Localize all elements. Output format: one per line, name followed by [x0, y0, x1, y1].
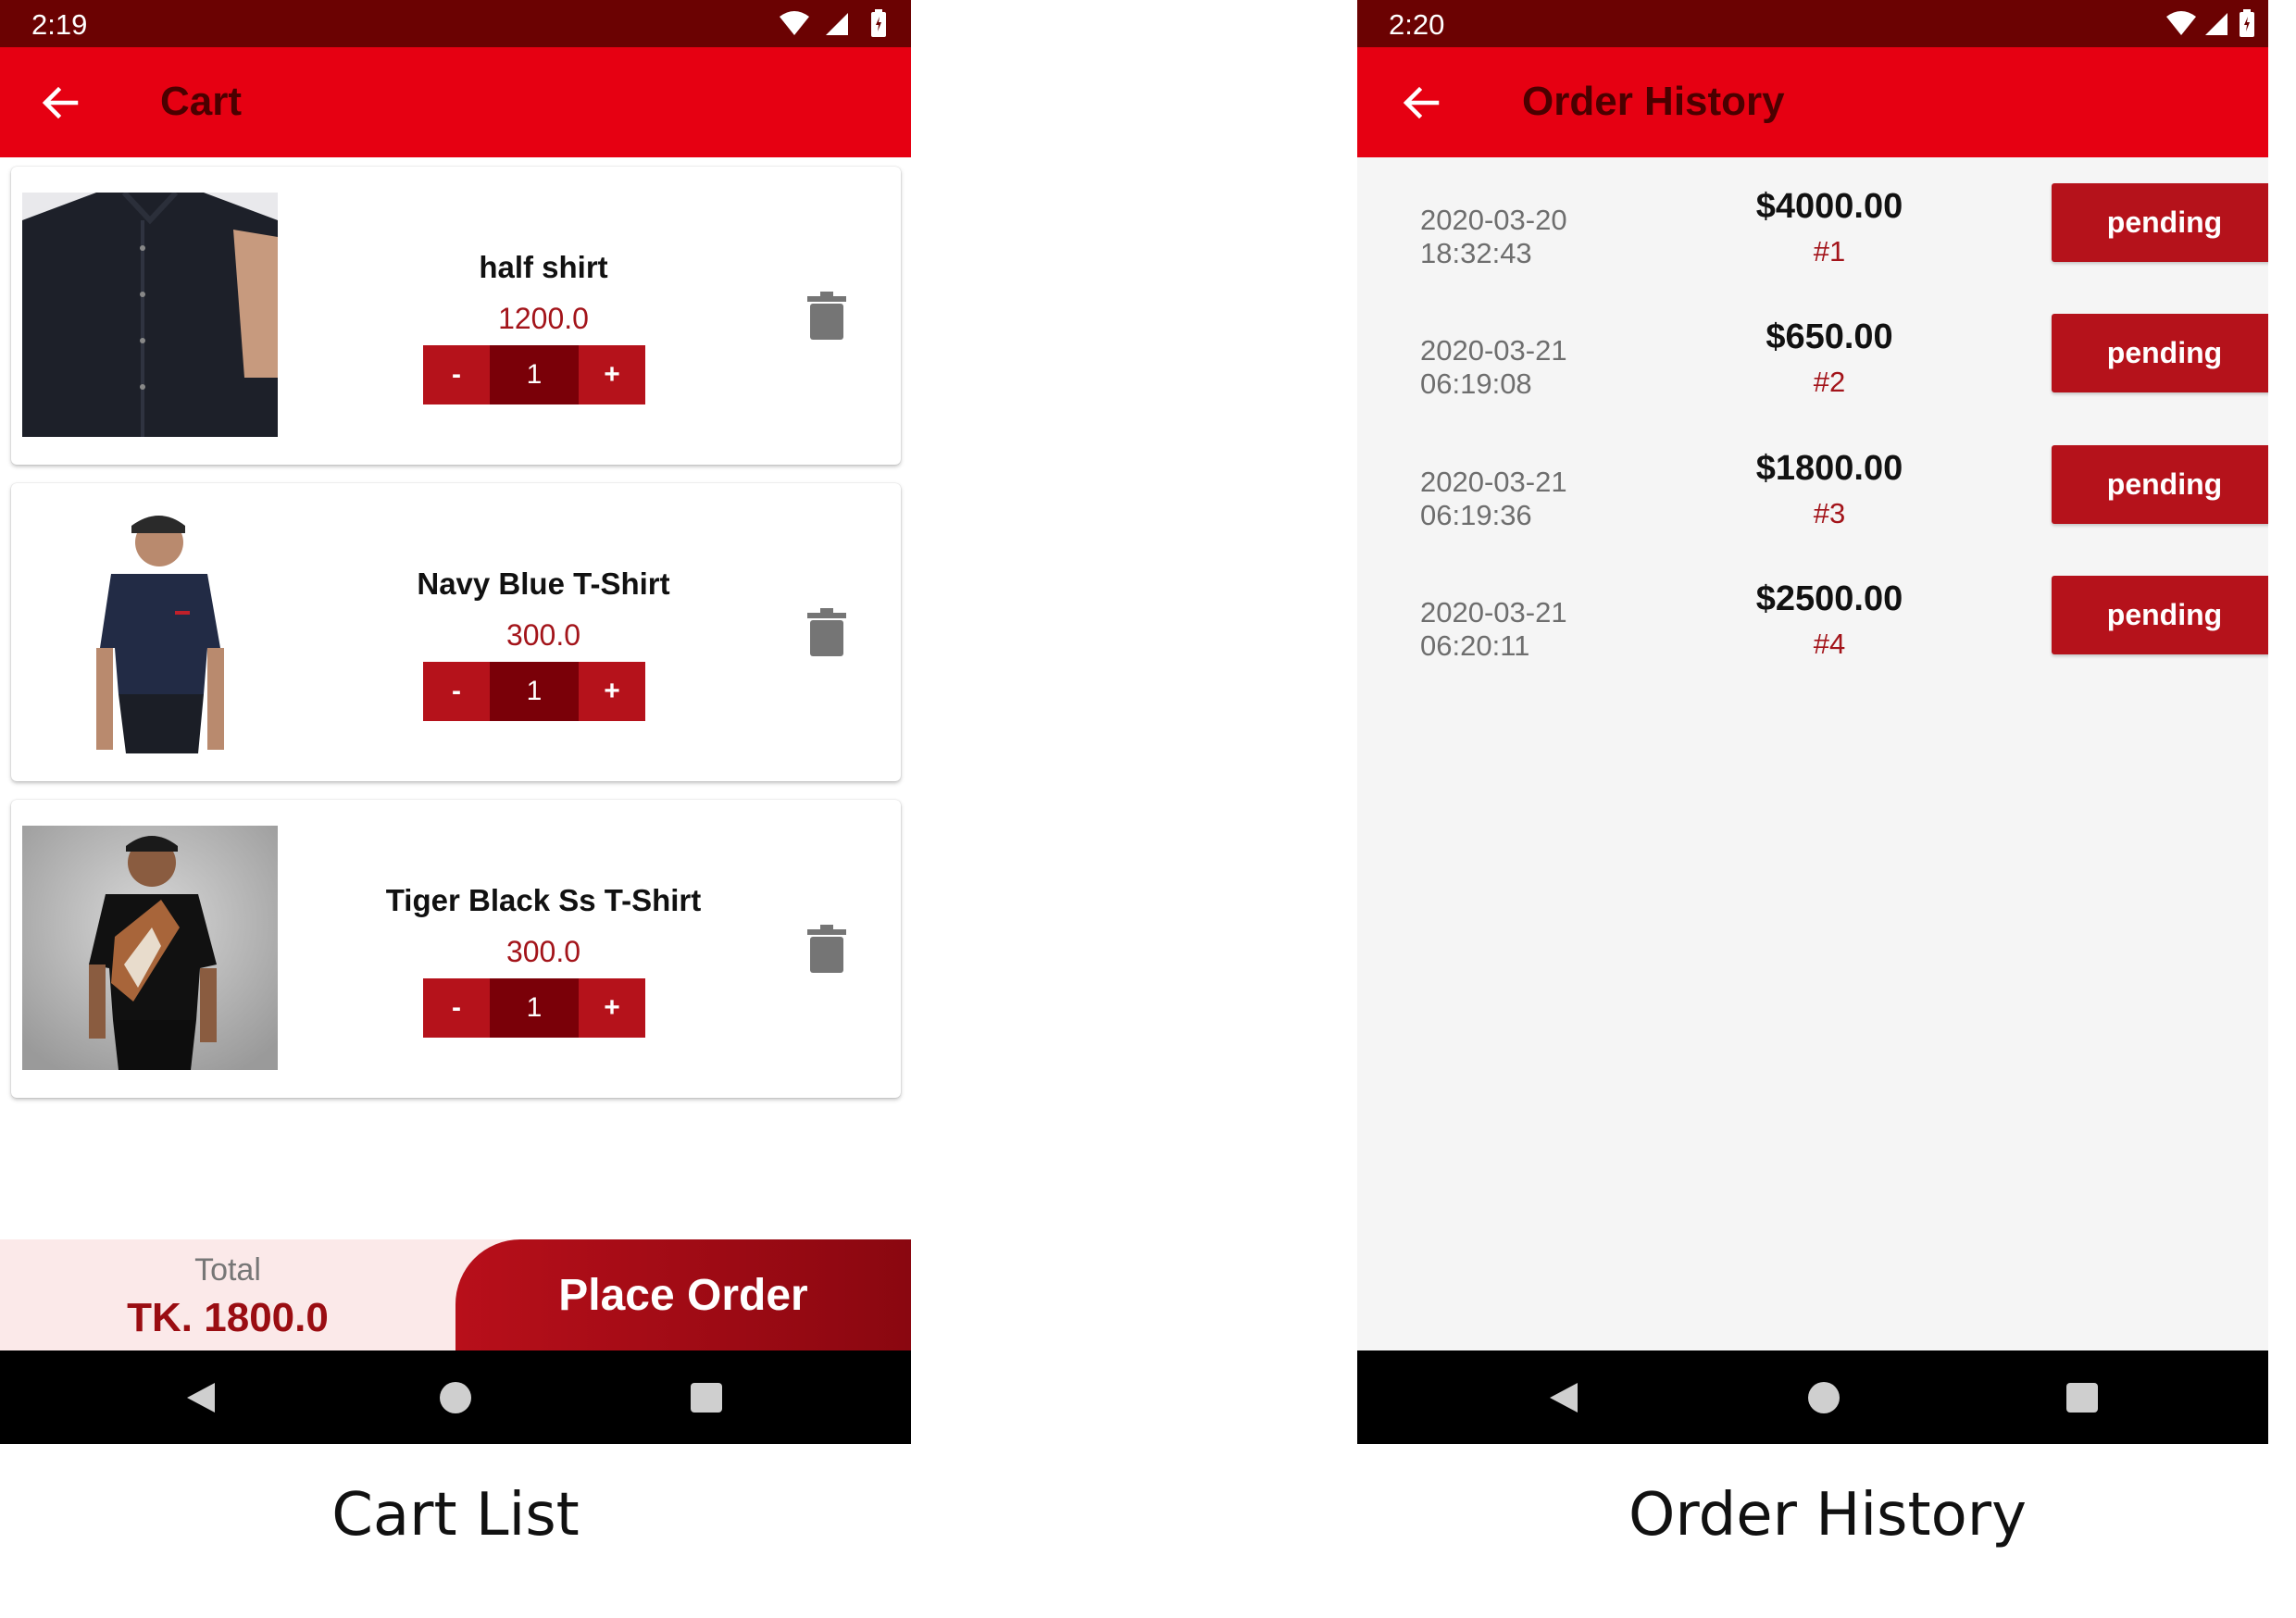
- shirt-image: [22, 509, 278, 753]
- place-order-button[interactable]: Place Order: [455, 1239, 911, 1350]
- order-status-button[interactable]: pending: [2052, 183, 2268, 262]
- order-amount: $1800.00: [1755, 449, 1903, 488]
- quantity-stepper: - 1 +: [423, 345, 645, 404]
- order-row: 2020-03-21 06:19:36 $1800.00 #3 pending: [1357, 445, 2268, 576]
- increase-button[interactable]: +: [579, 662, 645, 721]
- signal-icon: [826, 13, 848, 35]
- status-bar: 2:20: [1357, 0, 2268, 47]
- total-value: TK. 1800.0: [127, 1295, 329, 1340]
- product-name: half shirt: [479, 250, 608, 284]
- page-title: Order History: [1522, 79, 1785, 124]
- order-date-day: 2020-03-20: [1420, 204, 1567, 236]
- product-price: 1200.0: [498, 302, 589, 335]
- quantity-stepper: - 1 +: [423, 978, 645, 1038]
- product-price: 300.0: [505, 618, 581, 652]
- trash-icon[interactable]: [807, 925, 846, 973]
- status-time: 2:19: [31, 8, 88, 41]
- cart-item: half shirt 1200.0 - 1 +: [11, 167, 901, 465]
- order-date: 2020-03-20 18:32:43: [1420, 204, 1661, 270]
- cart-item: Tiger Black Ss T-Shirt 300.0 - 1 +: [11, 800, 901, 1098]
- trash-icon[interactable]: [807, 608, 846, 656]
- order-row: 2020-03-21 06:20:11 $2500.00 #4 pending: [1357, 576, 2268, 706]
- order-number: #3: [1813, 497, 1846, 529]
- nav-home-icon[interactable]: [1808, 1382, 1840, 1413]
- navigation-bar: [1357, 1350, 2268, 1444]
- order-date: 2020-03-21 06:19:08: [1420, 334, 1661, 401]
- order-footer: Total TK. 1800.0 Place Order: [0, 1239, 911, 1350]
- quantity-stepper: - 1 +: [423, 662, 645, 721]
- order-amount: $4000.00: [1755, 187, 1903, 226]
- order-date-day: 2020-03-21: [1420, 334, 1567, 367]
- order-status-button[interactable]: pending: [2052, 314, 2268, 392]
- order-number: #1: [1813, 235, 1846, 268]
- order-date-time: 06:19:36: [1420, 499, 1532, 531]
- nav-home-icon[interactable]: [440, 1382, 471, 1413]
- order-history-screen: 2:20 Order History 2020-03-20 18:32:43 $…: [1357, 0, 2268, 1444]
- battery-icon: [871, 9, 886, 37]
- back-arrow-icon[interactable]: [39, 81, 81, 124]
- decrease-button[interactable]: -: [423, 978, 490, 1038]
- product-name: Navy Blue T-Shirt: [417, 566, 670, 601]
- cart-item: Navy Blue T-Shirt 300.0 - 1 +: [11, 483, 901, 781]
- app-bar: Cart: [0, 47, 911, 157]
- order-number: #2: [1813, 366, 1846, 398]
- signal-icon: [2205, 13, 2227, 35]
- nav-back-icon[interactable]: [1548, 1381, 1581, 1414]
- order-date-day: 2020-03-21: [1420, 466, 1567, 498]
- back-arrow-icon[interactable]: [1400, 81, 1442, 124]
- quantity-value: 1: [490, 662, 579, 721]
- navigation-bar: [0, 1350, 911, 1444]
- order-date-time: 06:19:08: [1420, 367, 1532, 400]
- nav-back-icon[interactable]: [185, 1381, 218, 1414]
- history-caption: Order History: [1628, 1481, 2027, 1550]
- product-price: 300.0: [505, 935, 581, 968]
- order-amount: $650.00: [1766, 317, 1893, 356]
- order-date: 2020-03-21 06:19:36: [1420, 466, 1661, 532]
- order-row: 2020-03-21 06:19:08 $650.00 #2 pending: [1357, 314, 2268, 444]
- shirt-image: [22, 826, 278, 1070]
- order-number: #4: [1813, 628, 1846, 660]
- order-date-time: 18:32:43: [1420, 237, 1532, 269]
- order-date: 2020-03-21 06:20:11: [1420, 596, 1661, 663]
- status-time: 2:20: [1389, 8, 1445, 41]
- nav-recent-icon[interactable]: [691, 1383, 722, 1413]
- order-row: 2020-03-20 18:32:43 $4000.00 #1 pending: [1357, 183, 2268, 314]
- status-bar: 2:19: [0, 0, 911, 47]
- quantity-value: 1: [490, 345, 579, 404]
- wifi-icon: [2166, 11, 2196, 35]
- cart-screen: 2:19 Cart half shirt 1200.0 - 1 + Navy B…: [0, 0, 911, 1444]
- shirt-image: [22, 193, 278, 437]
- page-title: Cart: [160, 79, 243, 124]
- decrease-button[interactable]: -: [423, 345, 490, 404]
- order-date-day: 2020-03-21: [1420, 596, 1567, 629]
- product-name: Tiger Black Ss T-Shirt: [385, 883, 702, 917]
- quantity-value: 1: [490, 978, 579, 1038]
- total-label: Total: [194, 1252, 261, 1288]
- cart-caption: Cart List: [331, 1481, 580, 1550]
- increase-button[interactable]: +: [579, 345, 645, 404]
- order-amount: $2500.00: [1755, 579, 1903, 618]
- increase-button[interactable]: +: [579, 978, 645, 1038]
- decrease-button[interactable]: -: [423, 662, 490, 721]
- app-bar: Order History: [1357, 47, 2268, 157]
- order-status-button[interactable]: pending: [2052, 445, 2268, 524]
- battery-icon: [2240, 9, 2254, 37]
- order-status-button[interactable]: pending: [2052, 576, 2268, 654]
- nav-recent-icon[interactable]: [2066, 1383, 2098, 1413]
- order-date-time: 06:20:11: [1420, 629, 1530, 662]
- wifi-icon: [780, 11, 809, 35]
- trash-icon[interactable]: [807, 292, 846, 340]
